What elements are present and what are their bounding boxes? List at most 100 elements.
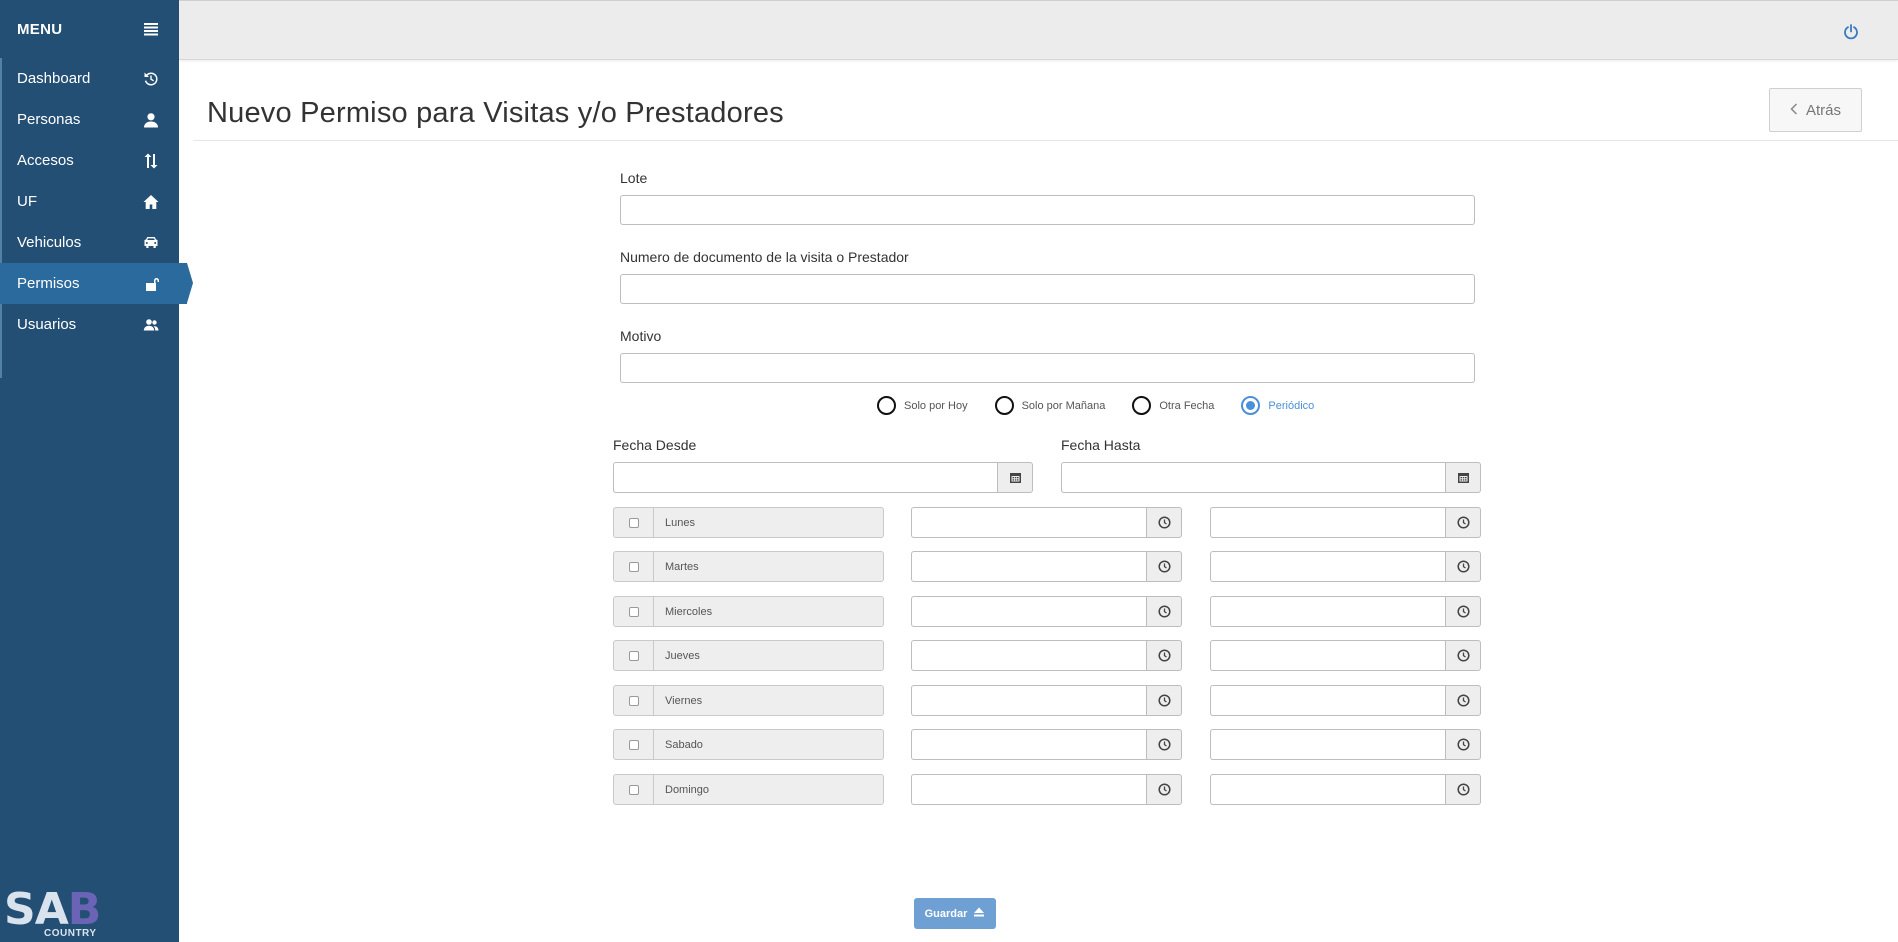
sidebar: MENU Dashboard Personas Accesos UF Vehic…	[0, 0, 193, 942]
day-checkbox[interactable]	[613, 729, 654, 760]
sidebar-item-personas[interactable]: Personas	[0, 99, 179, 140]
radio-periodico[interactable]: Periódico	[1241, 396, 1314, 415]
radio-label: Periódico	[1268, 399, 1315, 412]
hora-hasta-input[interactable]	[1210, 551, 1445, 582]
checkbox-square[interactable]	[628, 784, 639, 795]
hora-hasta-group	[1210, 596, 1481, 627]
hora-desde-input[interactable]	[911, 729, 1146, 760]
menu-label: MENU	[17, 20, 63, 38]
clock-icon[interactable]	[1146, 685, 1182, 716]
hora-desde-input[interactable]	[911, 640, 1146, 671]
hora-hasta-input[interactable]	[1210, 685, 1445, 716]
fecha-hasta-label: Fecha Hasta	[1061, 437, 1141, 453]
radio-solo-hoy[interactable]: Solo por Hoy	[877, 396, 968, 415]
checkbox-square[interactable]	[628, 517, 639, 528]
hora-hasta-input[interactable]	[1210, 640, 1445, 671]
fecha-hasta-group	[1061, 462, 1481, 493]
clock-icon[interactable]	[1445, 507, 1481, 538]
clock-icon[interactable]	[1445, 551, 1481, 582]
hora-hasta-group	[1210, 640, 1481, 671]
sidebar-item-dashboard[interactable]: Dashboard	[0, 58, 179, 99]
power-icon[interactable]	[1842, 23, 1860, 41]
day-checkbox-group: Domingo	[613, 774, 884, 805]
checkbox-square[interactable]	[628, 650, 639, 661]
sidebar-item-usuarios[interactable]: Usuarios	[0, 304, 179, 345]
user-icon	[142, 111, 160, 129]
clock-icon[interactable]	[1146, 507, 1182, 538]
day-checkbox[interactable]	[613, 507, 654, 538]
radio-circle[interactable]	[1241, 396, 1261, 415]
day-label: Martes	[654, 551, 884, 582]
checkbox-square[interactable]	[628, 561, 639, 572]
fecha-desde-input[interactable]	[613, 462, 997, 493]
top-bar	[179, 0, 1898, 60]
hora-desde-input[interactable]	[911, 596, 1146, 627]
clock-icon[interactable]	[1146, 774, 1182, 805]
hora-hasta-group	[1210, 551, 1481, 582]
sidebar-item-label: Permisos	[17, 275, 80, 292]
sidebar-item-uf[interactable]: UF	[0, 181, 179, 222]
hora-desde-input[interactable]	[911, 551, 1146, 582]
radio-circle[interactable]	[877, 396, 896, 415]
day-checkbox-group: Lunes	[613, 507, 884, 538]
checkbox-square[interactable]	[628, 606, 639, 617]
day-checkbox-group: Jueves	[613, 640, 884, 671]
clock-icon[interactable]	[1146, 729, 1182, 760]
clock-icon[interactable]	[1445, 729, 1481, 760]
motivo-input[interactable]	[620, 353, 1475, 383]
radio-label: Otra Fecha	[1159, 399, 1215, 412]
header-divider	[193, 140, 1898, 141]
home-icon	[142, 193, 160, 211]
documento-input[interactable]	[620, 274, 1475, 304]
hora-hasta-group	[1210, 507, 1481, 538]
hora-desde-group	[911, 640, 1182, 671]
sidebar-item-accesos[interactable]: Accesos	[0, 140, 179, 181]
hora-hasta-input[interactable]	[1210, 774, 1445, 805]
hora-hasta-input[interactable]	[1210, 729, 1445, 760]
clock-icon[interactable]	[1445, 596, 1481, 627]
day-checkbox[interactable]	[613, 774, 654, 805]
radio-solo-manana[interactable]: Solo por Mañana	[994, 396, 1106, 415]
clock-icon[interactable]	[1445, 640, 1481, 671]
hora-hasta-input[interactable]	[1210, 596, 1445, 627]
day-label: Sabado	[654, 729, 884, 760]
back-button[interactable]: Atrás	[1769, 88, 1862, 132]
clock-icon[interactable]	[1445, 774, 1481, 805]
fecha-desde-label: Fecha Desde	[613, 437, 697, 453]
users-icon	[142, 316, 160, 334]
hora-desde-input[interactable]	[911, 507, 1146, 538]
sidebar-item-label: Accesos	[17, 152, 74, 169]
checkbox-square[interactable]	[628, 695, 639, 706]
calendar-icon[interactable]	[1445, 462, 1481, 493]
permission-type-radio-group: Solo por Hoy Solo por Mañana Otra Fecha …	[877, 396, 1341, 415]
day-checkbox[interactable]	[613, 551, 654, 582]
day-checkbox-group: Viernes	[613, 685, 884, 716]
hora-desde-group	[911, 685, 1182, 716]
clock-icon[interactable]	[1146, 596, 1182, 627]
day-checkbox[interactable]	[613, 685, 654, 716]
day-checkbox[interactable]	[613, 596, 654, 627]
radio-circle[interactable]	[1132, 396, 1152, 415]
hora-desde-input[interactable]	[911, 685, 1146, 716]
sidebar-menu-header[interactable]: MENU	[0, 0, 179, 58]
day-checkbox[interactable]	[613, 640, 654, 671]
list-icon[interactable]	[142, 20, 160, 38]
sidebar-item-permisos[interactable]: Permisos	[0, 263, 193, 304]
radio-otra-fecha[interactable]: Otra Fecha	[1132, 396, 1214, 415]
lote-input[interactable]	[620, 195, 1475, 225]
radio-circle[interactable]	[994, 396, 1014, 415]
fecha-hasta-input[interactable]	[1061, 462, 1445, 493]
clock-icon[interactable]	[1445, 685, 1481, 716]
clock-icon[interactable]	[1146, 551, 1182, 582]
radio-label: Solo por Mañana	[1021, 399, 1106, 412]
save-button[interactable]: Guardar	[914, 898, 996, 929]
clock-icon[interactable]	[1146, 640, 1182, 671]
day-label: Miercoles	[654, 596, 884, 627]
checkbox-square[interactable]	[628, 739, 639, 750]
calendar-icon[interactable]	[997, 462, 1033, 493]
hora-desde-group	[911, 551, 1182, 582]
day-label: Lunes	[654, 507, 884, 538]
sidebar-item-vehiculos[interactable]: Vehiculos	[0, 222, 179, 263]
hora-desde-input[interactable]	[911, 774, 1146, 805]
hora-hasta-input[interactable]	[1210, 507, 1445, 538]
